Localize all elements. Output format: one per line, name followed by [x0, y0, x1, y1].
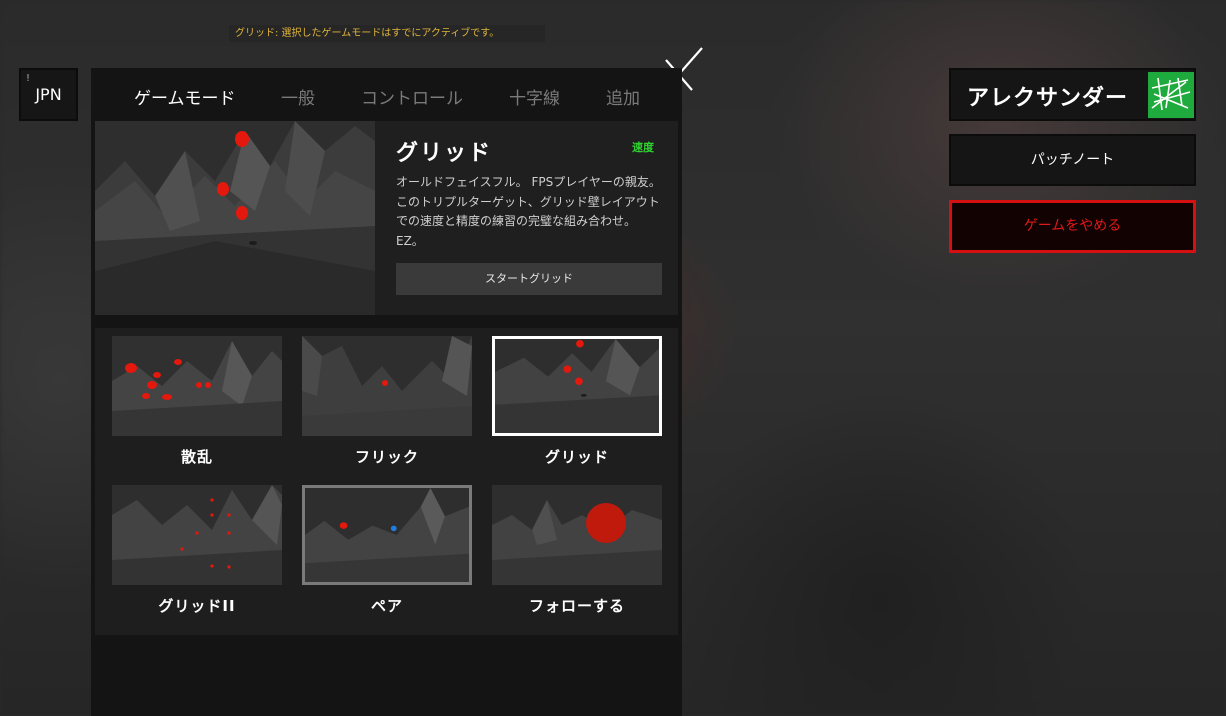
mode-card-grid[interactable]: グリッド: [492, 336, 662, 467]
mode-label: ペア: [370, 597, 403, 615]
mode-thumbnail: [112, 336, 282, 436]
language-button[interactable]: ! JPN: [19, 68, 78, 121]
mode-label: フリック: [354, 448, 419, 466]
mode-thumbnail: [492, 336, 662, 436]
status-notice: グリッド: 選択したゲームモードはすでにアクティブです。: [229, 25, 545, 42]
mode-label: フォローする: [528, 597, 625, 615]
mode-thumbnail: [302, 336, 472, 436]
tab-general[interactable]: 一般: [281, 84, 315, 109]
mode-card-flick[interactable]: フリック: [302, 336, 472, 467]
speed-badge: 速度: [632, 141, 654, 154]
mode-thumbnail: [492, 485, 662, 585]
language-label: JPN: [35, 85, 62, 104]
featured-title: グリッド: [396, 141, 493, 166]
tab-extra[interactable]: 追加: [606, 84, 640, 109]
mode-card-pair[interactable]: ペア: [302, 485, 472, 616]
player-profile[interactable]: アレクサンダー: [949, 68, 1196, 121]
avatar[interactable]: [1148, 72, 1194, 118]
mode-row: グリッドII ペア フォローする: [95, 477, 678, 635]
mode-card-scatter[interactable]: 散乱: [112, 336, 282, 467]
player-name: アレクサンダー: [967, 86, 1129, 111]
mode-thumbnail: [302, 485, 472, 585]
featured-description: オールドフェイスフル。 FPSプレイヤーの親友。このトリプルターゲット、グリッド…: [396, 175, 661, 248]
quit-game-button[interactable]: ゲームをやめる: [949, 200, 1196, 253]
mode-label: 散乱: [180, 448, 213, 466]
mode-card-follow[interactable]: フォローする: [492, 485, 662, 616]
tab-crosshair[interactable]: 十字線: [509, 84, 560, 109]
tab-game-mode[interactable]: ゲームモード: [134, 84, 236, 109]
settings-panel: ゲームモード 一般 コントロール 十字線 追加 グリッド 速度 オールドフェイス…: [91, 68, 682, 716]
featured-mode-preview: [95, 121, 375, 315]
tab-controls[interactable]: コントロール: [361, 84, 463, 109]
mode-label: グリッドII: [158, 597, 236, 615]
mode-row: 散乱 フリック グリッド: [95, 328, 678, 486]
mode-label: グリッド: [544, 448, 609, 466]
patch-notes-button[interactable]: パッチノート: [949, 134, 1196, 186]
mode-card-grid-ii[interactable]: グリッドII: [112, 485, 282, 616]
featured-mode: グリッド 速度 オールドフェイスフル。 FPSプレイヤーの親友。このトリプルター…: [95, 121, 678, 315]
tab-bar: ゲームモード 一般 コントロール 十字線 追加: [91, 68, 682, 120]
scribble-icon: [1151, 77, 1191, 111]
mode-thumbnail: [112, 485, 282, 585]
language-marker: !: [26, 73, 31, 84]
start-grid-button[interactable]: スタートグリッド: [396, 263, 662, 295]
